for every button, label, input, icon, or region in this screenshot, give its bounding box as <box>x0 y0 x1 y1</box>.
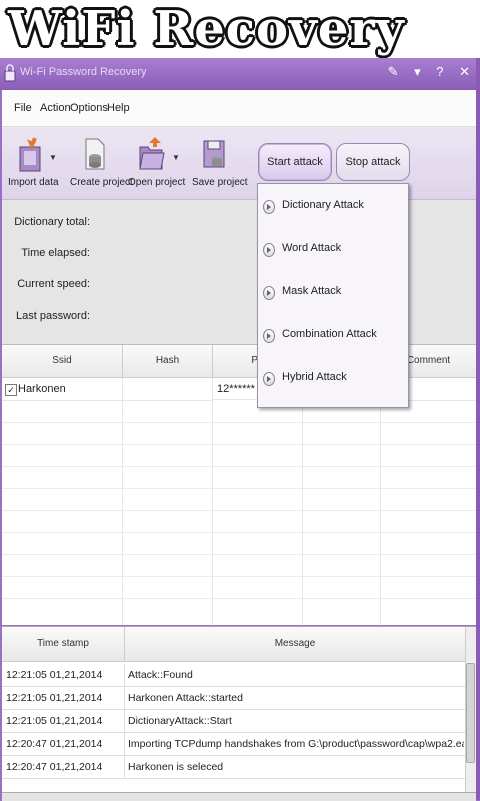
menu-help[interactable]: Help <box>107 102 130 114</box>
log-time: 12:21:05 01,21,2014 <box>6 715 103 727</box>
create-project-label: Create project <box>70 177 133 188</box>
attack-type-menu: Dictionary Attack Word Attack Mask Attac… <box>257 183 409 408</box>
log-row[interactable]: 12:21:05 01,21,2014 DictionaryAttack::St… <box>2 710 468 733</box>
menu-file[interactable]: File <box>14 102 32 114</box>
log-scrollbar[interactable] <box>465 627 476 793</box>
menu-item-label: Combination Attack <box>282 328 377 340</box>
column-time-stamp[interactable]: Time stamp <box>2 627 125 662</box>
menu-item-mask-attack[interactable]: Mask Attack <box>258 272 408 312</box>
last-password-label: Last password: <box>16 310 90 322</box>
window-border <box>476 58 480 800</box>
menu-action[interactable]: Action <box>40 102 71 114</box>
log-time: 12:21:05 01,21,2014 <box>6 669 103 681</box>
start-attack-button[interactable]: Start attack <box>258 143 332 181</box>
log-time: 12:20:47 01,21,2014 <box>6 738 103 750</box>
open-folder-icon <box>139 137 165 170</box>
log-row[interactable]: 12:21:05 01,21,2014 Attack::Found <box>2 664 468 687</box>
open-project-button[interactable]: Open project <box>128 135 185 188</box>
banner-title: WiFi Recovery <box>8 1 405 57</box>
import-dropdown-icon[interactable]: ▼ <box>49 153 57 162</box>
import-data-label: Import data <box>8 177 59 188</box>
log-row[interactable]: 12:20:47 01,21,2014 Importing TCPdump ha… <box>2 733 468 756</box>
save-project-label: Save project <box>192 177 248 188</box>
menubar: File Action Options Help <box>2 90 476 127</box>
app-lock-icon <box>4 64 16 82</box>
dictionary-total-label: Dictionary total: <box>14 216 90 228</box>
log-time: 12:20:47 01,21,2014 <box>6 761 103 773</box>
menu-item-label: Word Attack <box>282 242 342 254</box>
play-bullet-icon <box>263 286 275 300</box>
create-project-button[interactable]: Create project <box>70 135 133 188</box>
save-project-button[interactable]: Save project <box>192 135 248 188</box>
column-ssid[interactable]: Ssid <box>2 345 123 378</box>
play-bullet-icon <box>263 329 275 343</box>
current-speed-label: Current speed: <box>17 278 90 290</box>
log-table: Time stamp Message 12:21:05 01,21,2014 A… <box>2 626 476 793</box>
log-scrollbar-thumb[interactable] <box>466 663 475 763</box>
window-title: Wi-Fi Password Recovery <box>20 66 147 78</box>
menu-item-dictionary-attack[interactable]: Dictionary Attack <box>258 186 408 226</box>
import-data-button[interactable]: Import data <box>8 135 59 188</box>
stop-attack-button[interactable]: Stop attack <box>336 143 410 181</box>
column-hash[interactable]: Hash <box>123 345 213 378</box>
log-message: Harkonen is seleced <box>128 761 224 773</box>
banner: WiFi Recovery <box>0 0 480 58</box>
log-row[interactable]: 12:21:05 01,21,2014 Harkonen Attack::sta… <box>2 687 468 710</box>
log-message: DictionaryAttack::Start <box>128 715 232 727</box>
menu-item-label: Mask Attack <box>282 285 342 297</box>
open-project-label: Open project <box>128 177 186 188</box>
table-row[interactable]: ✓ Harkonen <box>2 378 123 401</box>
log-message: Attack::Found <box>128 669 193 681</box>
menu-options[interactable]: Options <box>70 102 108 114</box>
play-bullet-icon <box>263 372 275 386</box>
play-bullet-icon <box>263 200 275 214</box>
column-message[interactable]: Message <box>125 627 465 662</box>
open-dropdown-icon[interactable]: ▼ <box>172 153 180 162</box>
menu-item-label: Hybrid Attack <box>282 371 347 383</box>
menu-item-combination-attack[interactable]: Combination Attack <box>258 315 408 355</box>
log-message: Harkonen Attack::started <box>128 692 243 704</box>
window-titlebar: Wi-Fi Password Recovery ✎ ▾ ? ✕ <box>0 58 480 90</box>
log-time: 12:21:05 01,21,2014 <box>6 692 103 704</box>
log-message: Importing TCPdump handshakes from G:\pro… <box>128 738 464 750</box>
menu-item-label: Dictionary Attack <box>282 199 364 211</box>
row-hash <box>123 378 213 401</box>
window-controls[interactable]: ✎ ▾ ? ✕ <box>388 64 476 80</box>
create-project-icon <box>85 138 105 170</box>
play-bullet-icon <box>263 243 275 257</box>
log-row[interactable]: 12:20:47 01,21,2014 Harkonen is seleced <box>2 756 468 779</box>
import-data-icon <box>19 137 41 172</box>
save-project-icon <box>203 140 225 168</box>
time-elapsed-label: Time elapsed: <box>21 247 90 259</box>
menu-item-word-attack[interactable]: Word Attack <box>258 229 408 269</box>
row-ssid: Harkonen <box>18 383 66 395</box>
menu-item-hybrid-attack[interactable]: Hybrid Attack <box>258 358 408 398</box>
row-checkbox[interactable]: ✓ <box>5 384 17 396</box>
